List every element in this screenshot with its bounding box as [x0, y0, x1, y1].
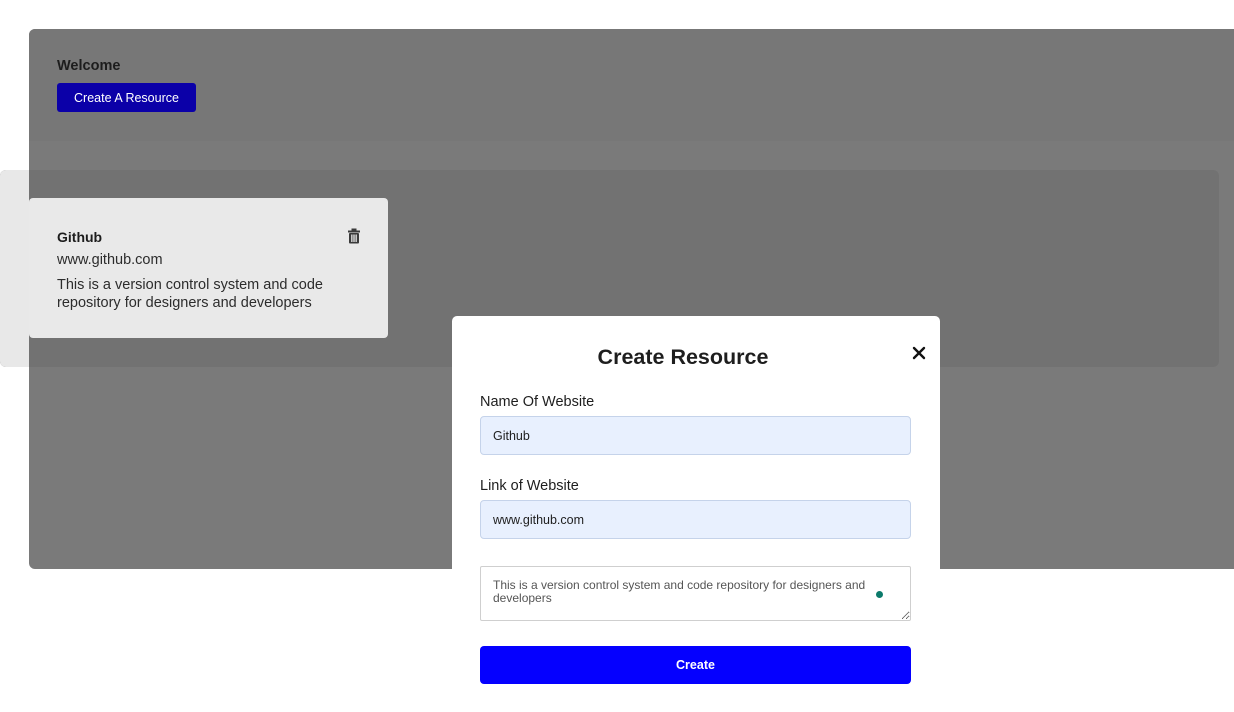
close-icon [912, 346, 926, 360]
close-button[interactable] [910, 344, 928, 362]
resources-panel-edge [0, 170, 29, 367]
link-input[interactable] [480, 500, 911, 539]
mouse-cursor-indicator [876, 591, 883, 598]
trash-icon[interactable] [347, 228, 361, 244]
name-input[interactable] [480, 416, 911, 455]
create-resource-button[interactable]: Create A Resource [57, 83, 196, 112]
resource-description: This is a version control system and cod… [57, 277, 323, 311]
name-field-label: Name Of Website [480, 394, 595, 410]
create-submit-button[interactable]: Create [480, 646, 911, 684]
create-resource-modal: Create Resource Name Of Website Link of … [452, 316, 940, 712]
link-field-label: Link of Website [480, 478, 579, 494]
trash-icon-glyph [348, 228, 360, 244]
modal-title: Create Resource [597, 345, 769, 369]
welcome-heading: Welcome [57, 58, 121, 74]
resource-card: Github www.github.com This is a version … [29, 198, 388, 338]
description-textarea[interactable]: This is a version control system and cod… [480, 566, 911, 621]
header-section [29, 29, 1234, 141]
resource-name: Github [57, 229, 103, 245]
page: Welcome Create A Resource Github www.git… [0, 0, 1234, 712]
resource-link[interactable]: www.github.com [57, 252, 163, 268]
